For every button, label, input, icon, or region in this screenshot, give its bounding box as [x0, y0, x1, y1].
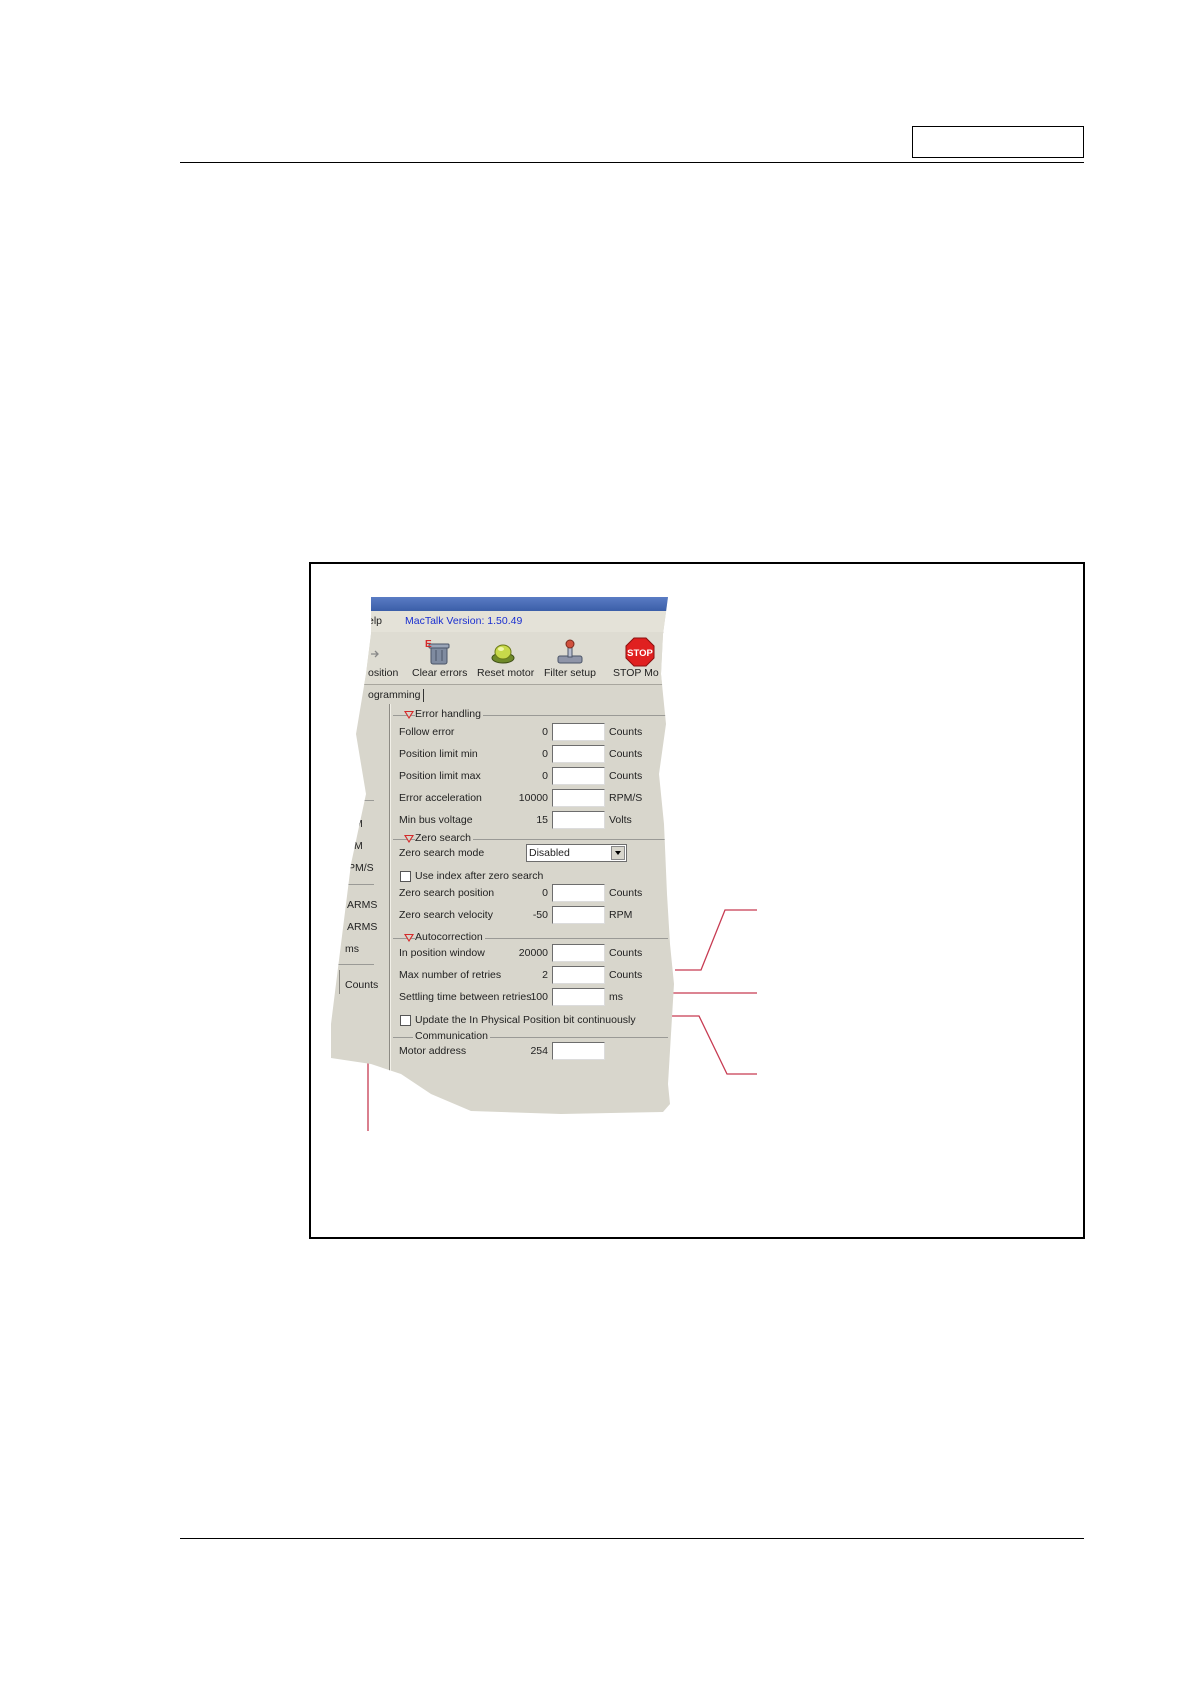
max-retries-input[interactable] [552, 966, 605, 984]
panel-divider [389, 704, 390, 1084]
reset-motor-icon [489, 639, 517, 665]
zero-search-velocity-input[interactable] [552, 906, 605, 924]
left-panel-field-border [339, 970, 340, 994]
position-limit-min-label: Position limit min [399, 748, 478, 760]
left-unit-3: PM/S [348, 862, 374, 874]
zero-search-position-label: Zero search position [399, 887, 495, 899]
left-panel-line-low [336, 964, 374, 965]
max-retries-label: Max number of retries [399, 969, 502, 981]
left-unit-7: Counts [345, 979, 379, 991]
max-retries-unit: Counts [609, 969, 643, 981]
autocorrection-triangle-icon[interactable] [404, 934, 414, 942]
error-acceleration-label: Error acceleration [399, 792, 482, 804]
settling-time-unit: ms [609, 991, 623, 1003]
stop-sign-icon: STOP [625, 637, 655, 667]
follow-error-unit: Counts [609, 726, 643, 738]
position-limit-max-input[interactable] [552, 767, 605, 785]
update-physical-position-label: Update the In Physical Position bit cont… [415, 1014, 636, 1026]
filter-setup-button[interactable]: Filter setup [544, 667, 596, 679]
callout-line-in-position-window [675, 909, 757, 971]
settling-time-value: 100 [530, 991, 548, 1003]
zero-search-mode-select[interactable]: Disabled [526, 844, 627, 862]
toolbar-position-button[interactable]: osition [368, 667, 398, 679]
error-acceleration-input[interactable] [552, 789, 605, 807]
position-limit-max-value: 0 [542, 770, 548, 782]
clear-errors-icon: E [423, 637, 453, 665]
update-physical-position-checkbox[interactable] [400, 1015, 411, 1026]
left-unit-5: ARMS [347, 921, 378, 933]
position-limit-max-label: Position limit max [399, 770, 481, 782]
tab-programming[interactable]: ogramming [368, 689, 424, 702]
motor-address-label: Motor address [399, 1045, 467, 1057]
left-unit-6: ms [345, 943, 359, 955]
zero-search-title: Zero search [415, 832, 472, 844]
position-limit-min-value: 0 [542, 748, 548, 760]
reset-motor-button[interactable]: Reset motor [477, 667, 534, 679]
header-box [912, 126, 1084, 158]
max-retries-value: 2 [542, 969, 548, 981]
motor-address-input[interactable] [552, 1042, 605, 1060]
zero-search-position-input[interactable] [552, 884, 605, 902]
follow-error-input[interactable] [552, 723, 605, 741]
svg-text:E: E [425, 639, 432, 650]
zero-search-position-value: 0 [542, 887, 548, 899]
clear-errors-button[interactable]: Clear errors [412, 667, 467, 679]
dropdown-button[interactable] [611, 846, 625, 860]
in-position-window-label: In position window [399, 947, 485, 959]
footer-rule [180, 1538, 1084, 1539]
in-position-window-value: 20000 [518, 947, 548, 959]
zero-search-position-unit: Counts [609, 887, 643, 899]
figure-frame: elp MacTalk Version: 1.50.49 osition E C… [309, 562, 1085, 1239]
position-icon [369, 644, 381, 662]
min-bus-voltage-value: 15 [536, 814, 548, 826]
zero-search-mode-value: Disabled [529, 847, 570, 859]
min-bus-voltage-label: Min bus voltage [399, 814, 473, 826]
error-acceleration-value: 10000 [518, 792, 548, 804]
motor-address-value: 254 [530, 1045, 548, 1057]
filter-setup-icon [555, 638, 585, 666]
in-position-window-unit: Counts [609, 947, 643, 959]
min-bus-voltage-unit: Volts [609, 814, 632, 826]
zero-search-triangle-icon[interactable] [404, 835, 414, 843]
chevron-down-icon [615, 851, 621, 855]
communication-title: Communication [415, 1030, 488, 1042]
zero-search-velocity-label: Zero search velocity [399, 909, 493, 921]
mactalk-version: MacTalk Version: 1.50.49 [405, 615, 523, 627]
use-index-label: Use index after zero search [415, 870, 544, 882]
stop-motor-button[interactable]: STOP Mo [613, 667, 659, 679]
error-acceleration-unit: RPM/S [609, 792, 643, 804]
header-rule [180, 162, 1084, 163]
warning-triangle-icon[interactable] [404, 711, 414, 719]
error-handling-title: Error handling [415, 708, 481, 720]
zero-search-velocity-value: -50 [532, 909, 548, 921]
settling-time-input[interactable] [552, 988, 605, 1006]
zero-search-velocity-unit: RPM [609, 909, 633, 921]
position-limit-min-unit: Counts [609, 748, 643, 760]
position-limit-min-input[interactable] [552, 745, 605, 763]
left-unit-4: ARMS [347, 899, 378, 911]
in-position-window-input[interactable] [552, 944, 605, 962]
svg-text:STOP: STOP [627, 648, 653, 659]
autocorrection-title: Autocorrection [415, 931, 483, 943]
follow-error-value: 0 [542, 726, 548, 738]
zero-search-mode-label: Zero search mode [399, 847, 485, 859]
follow-error-label: Follow error [399, 726, 455, 738]
min-bus-voltage-input[interactable] [552, 811, 605, 829]
use-index-checkbox[interactable] [400, 871, 411, 882]
position-limit-max-unit: Counts [609, 770, 643, 782]
